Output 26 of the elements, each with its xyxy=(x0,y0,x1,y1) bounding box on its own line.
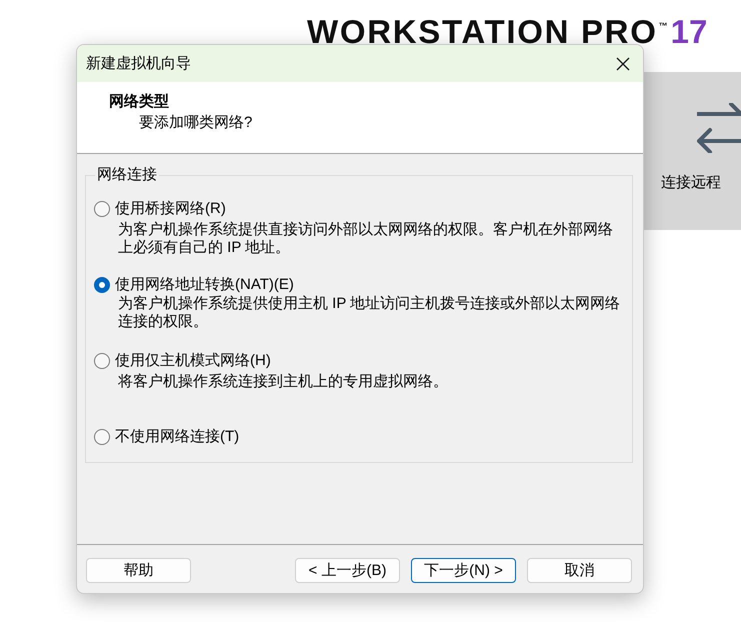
radio-button[interactable] xyxy=(94,277,110,293)
product-name: WORKSTATION PRO xyxy=(307,13,658,51)
radio-option[interactable]: 使用桥接网络(R) xyxy=(94,199,226,219)
page-title: 网络类型 xyxy=(109,92,170,112)
dialog-button[interactable]: 帮助 xyxy=(86,558,191,582)
radio-button[interactable] xyxy=(94,201,110,217)
page-subtitle: 要添加哪类网络? xyxy=(138,113,254,133)
option-description: 为客户机操作系统提供使用主机 IP 地址访问主机拨号连接或外部以太网网络连接的权限。 xyxy=(118,295,622,330)
option-description: 为客户机操作系统提供直接访问外部以太网网络的权限。客户机在外部网络上必须有自己的 IP 地址。 xyxy=(118,221,614,256)
radio-button[interactable] xyxy=(94,353,110,369)
tile-label: 连接远程 xyxy=(661,173,721,193)
radio-option[interactable]: 使用仅主机模式网络(H) xyxy=(94,351,271,371)
radio-option[interactable]: 使用网络地址转换(NAT)(E) xyxy=(94,275,294,295)
dialog-button[interactable]: < 上一步(B) xyxy=(295,558,400,582)
close-icon xyxy=(616,56,630,70)
dialog-button[interactable]: 下一步(N) > xyxy=(411,558,516,582)
dialog-button[interactable]: 取消 xyxy=(527,558,632,582)
version-number: 17 xyxy=(670,13,708,51)
swap-arrows-icon xyxy=(697,103,741,153)
remote-connect-tile[interactable]: 连接远程 xyxy=(644,72,741,230)
group-title: 网络连接 xyxy=(96,165,158,185)
trademark-mark: ™ xyxy=(658,21,668,31)
dialog-title: 新建虚拟机向导 xyxy=(86,54,191,74)
radio-option[interactable]: 不使用网络连接(T) xyxy=(94,427,240,447)
option-description: 将客户机操作系统连接到主机上的专用虚拟网络。 xyxy=(118,373,449,390)
radio-button[interactable] xyxy=(94,429,110,445)
